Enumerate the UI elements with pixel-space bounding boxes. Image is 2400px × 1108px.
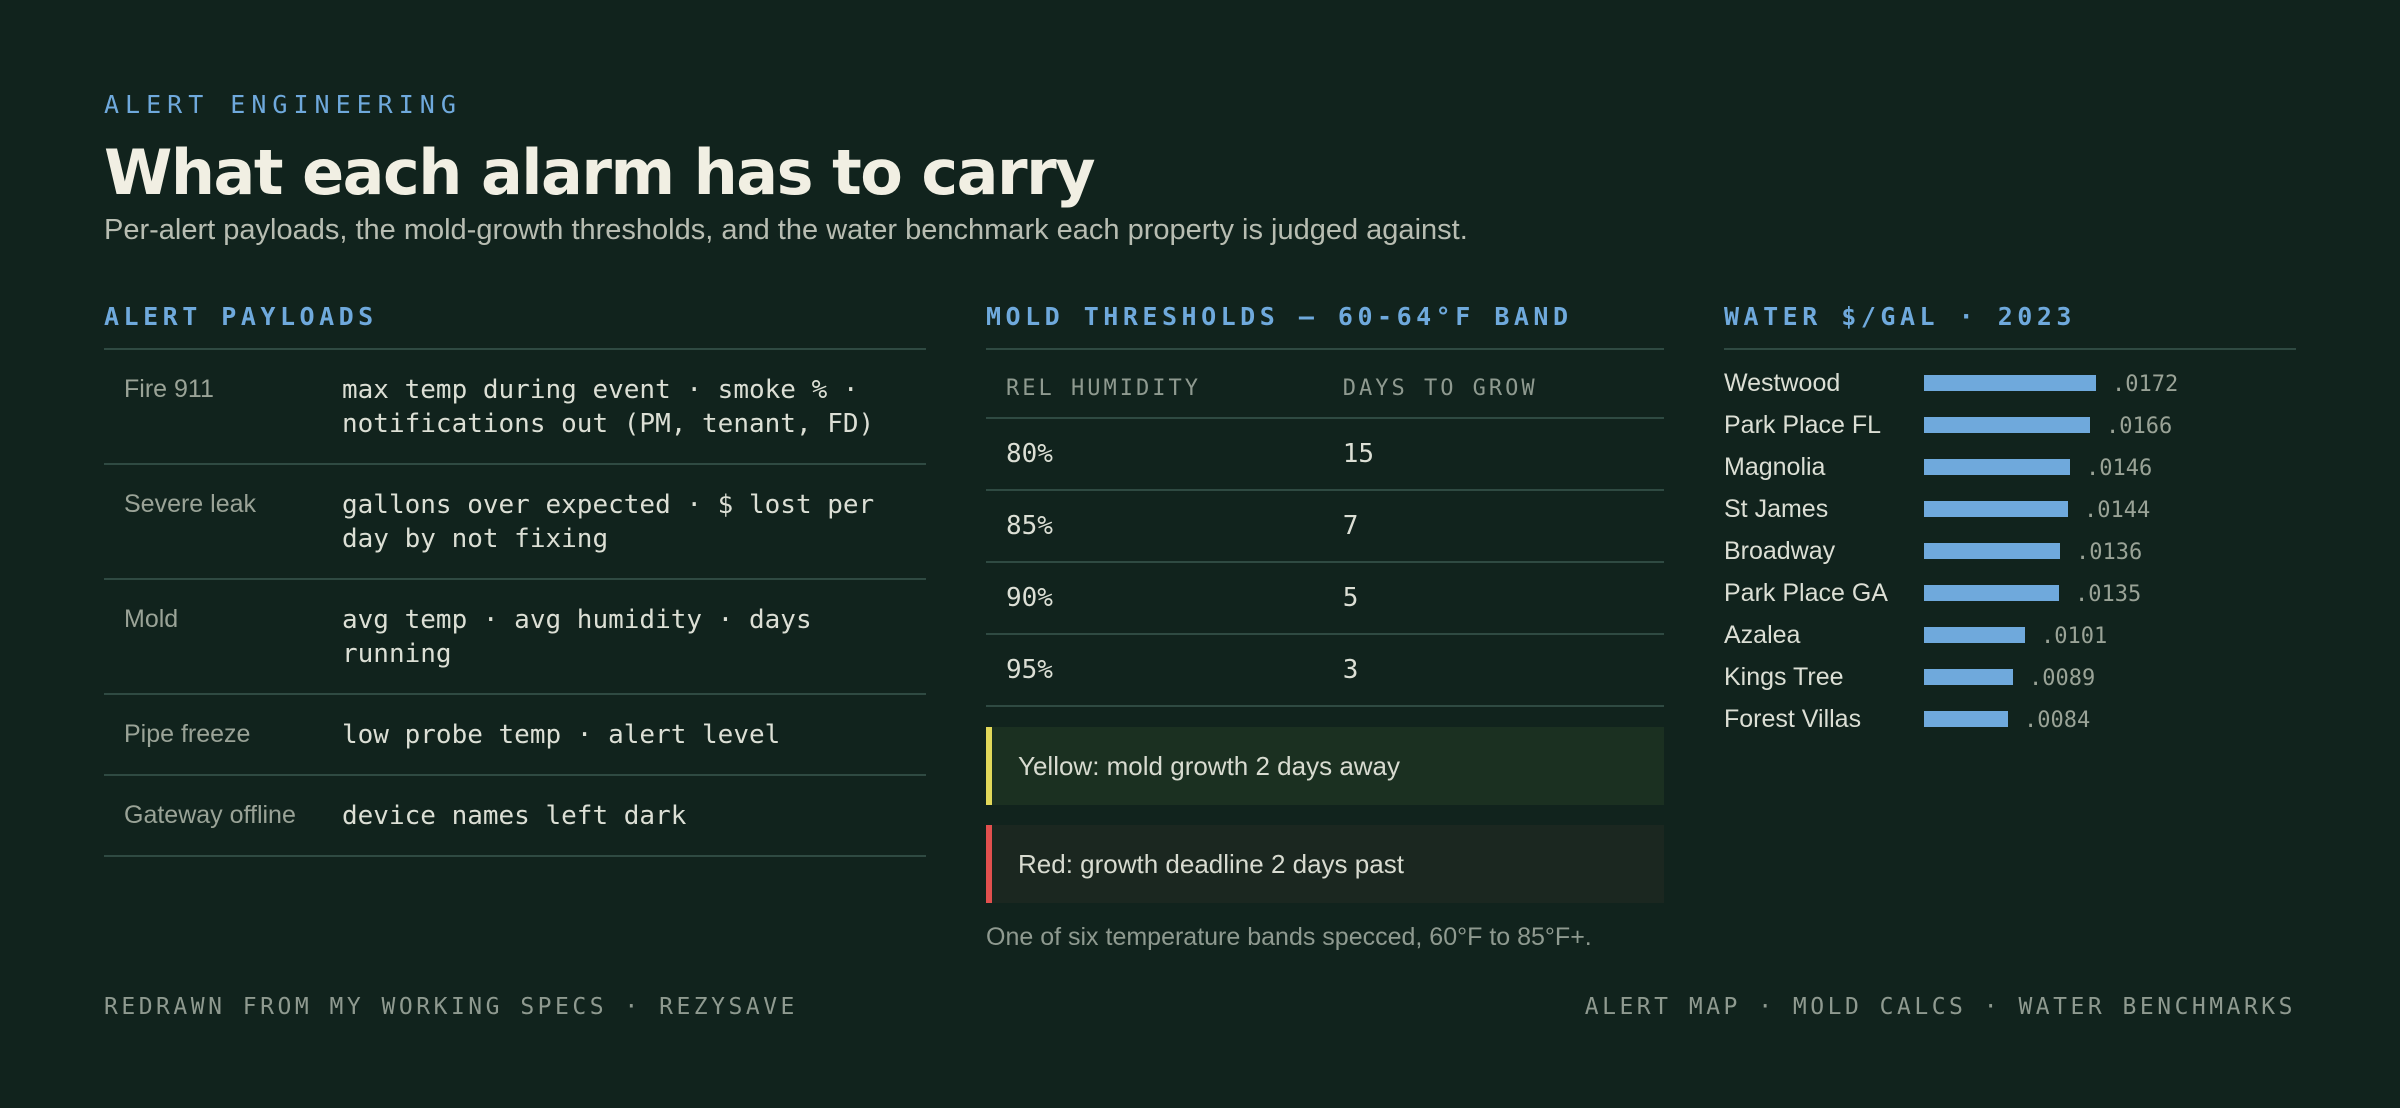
mold-thresholds-section: MOLD THRESHOLDS — 60-64°F BAND REL HUMID… bbox=[986, 302, 1664, 952]
payload-name: Fire 911 bbox=[124, 375, 214, 403]
bar-value-label: .0136 bbox=[2076, 540, 2142, 565]
alert-payloads-heading: ALERT PAYLOADS bbox=[104, 302, 926, 350]
bar bbox=[1924, 543, 2060, 559]
bar-value-label: .0101 bbox=[2041, 624, 2107, 649]
bar-label: Forest Villas bbox=[1724, 705, 1861, 733]
payload-desc: max temp during event · smoke % · notifi… bbox=[342, 375, 875, 439]
bar-value-label: .0172 bbox=[2112, 372, 2178, 397]
payload-name: Severe leak bbox=[124, 490, 257, 518]
payload-name: Pipe freeze bbox=[124, 720, 251, 748]
days-cell: 15 bbox=[1334, 418, 1664, 491]
callout-red: Red: growth deadline 2 days past bbox=[986, 825, 1664, 903]
bar-value-label: .0144 bbox=[2084, 498, 2150, 523]
table-header-row: REL HUMIDITY DAYS TO GROW bbox=[986, 350, 1664, 419]
bar-label: Magnolia bbox=[1724, 453, 1826, 481]
bar bbox=[1924, 375, 2096, 391]
bar bbox=[1924, 669, 2013, 685]
column-header-humidity: REL HUMIDITY bbox=[986, 350, 1335, 419]
payload-desc: device names left dark bbox=[342, 801, 687, 831]
payload-desc: low probe temp · alert level bbox=[342, 720, 781, 750]
bar-value-label: .0146 bbox=[2086, 456, 2152, 481]
bar-value-label: .0089 bbox=[2029, 666, 2095, 691]
bar-label: Park Place FL bbox=[1724, 411, 1881, 439]
bar-label: Azalea bbox=[1724, 621, 1801, 649]
bar-label: Park Place GA bbox=[1724, 579, 1888, 607]
payload-desc: avg temp · avg humidity · days running bbox=[342, 605, 812, 669]
humidity-cell: 95% bbox=[986, 634, 1335, 707]
bar-value-label: .0135 bbox=[2075, 582, 2141, 607]
bar-label: Kings Tree bbox=[1724, 663, 1844, 691]
payload-row: Pipe freeze low probe temp · alert level bbox=[104, 695, 926, 776]
humidity-cell: 85% bbox=[986, 490, 1335, 563]
table-row: 85% 7 bbox=[986, 490, 1664, 563]
mold-footnote: One of six temperature bands specced, 60… bbox=[986, 923, 1592, 951]
days-cell: 7 bbox=[1334, 490, 1664, 563]
bar bbox=[1924, 501, 2068, 517]
alert-payloads-section: ALERT PAYLOADS Fire 911 max temp during … bbox=[104, 302, 926, 857]
eyebrow-label: ALERT ENGINEERING bbox=[104, 90, 462, 119]
bar-label: Broadway bbox=[1724, 537, 1836, 565]
payload-row: Mold avg temp · avg humidity · days runn… bbox=[104, 580, 926, 695]
days-cell: 3 bbox=[1334, 634, 1664, 707]
bar bbox=[1924, 627, 2025, 643]
payload-row: Severe leak gallons over expected · $ lo… bbox=[104, 465, 926, 580]
bar-value-label: .0166 bbox=[2106, 414, 2172, 439]
mold-thresholds-table: REL HUMIDITY DAYS TO GROW 80% 15 85% 7 9… bbox=[986, 350, 1664, 707]
footer-links: ALERT MAP · MOLD CALCS · WATER BENCHMARK… bbox=[1584, 994, 2296, 1020]
page-subtitle: Per-alert payloads, the mold-growth thre… bbox=[104, 214, 1468, 246]
bar-label: St James bbox=[1724, 495, 1828, 523]
bar-value-label: .0084 bbox=[2024, 708, 2090, 733]
bar-label: Westwood bbox=[1724, 369, 1840, 397]
alert-payloads-list: Fire 911 max temp during event · smoke %… bbox=[104, 350, 926, 857]
humidity-cell: 90% bbox=[986, 562, 1335, 635]
table-row: 80% 15 bbox=[986, 418, 1664, 491]
callout-yellow: Yellow: mold growth 2 days away bbox=[986, 727, 1664, 805]
bar bbox=[1924, 585, 2059, 601]
water-bar-chart: Westwood .0172 Park Place FL .0166 Magnolia.… bbox=[1724, 369, 2178, 733]
bar bbox=[1924, 711, 2008, 727]
payload-desc: gallons over expected · $ lost per day b… bbox=[342, 490, 875, 554]
payload-row: Gateway offline device names left dark bbox=[104, 776, 926, 857]
table-row: 90% 5 bbox=[986, 562, 1664, 635]
mold-thresholds-heading: MOLD THRESHOLDS — 60-64°F BAND bbox=[986, 302, 1664, 350]
water-chart-heading: WATER $/GAL · 2023 bbox=[1724, 302, 2296, 350]
days-cell: 5 bbox=[1334, 562, 1664, 635]
column-header-days: DAYS TO GROW bbox=[1334, 350, 1664, 419]
payload-row: Fire 911 max temp during event · smoke %… bbox=[104, 350, 926, 465]
humidity-cell: 80% bbox=[986, 418, 1335, 491]
table-row: 95% 3 bbox=[986, 634, 1664, 707]
payload-name: Mold bbox=[124, 605, 179, 633]
water-benchmark-section: WATER $/GAL · 2023 Westwood .0172 Park Pla… bbox=[1724, 302, 2296, 734]
payload-name: Gateway offline bbox=[124, 801, 296, 829]
bar bbox=[1924, 417, 2090, 433]
page-title: What each alarm has to carry bbox=[104, 136, 1096, 209]
footer-credit: REDRAWN FROM MY WORKING SPECS · REZYSAVE bbox=[104, 994, 798, 1020]
bar bbox=[1924, 459, 2070, 475]
